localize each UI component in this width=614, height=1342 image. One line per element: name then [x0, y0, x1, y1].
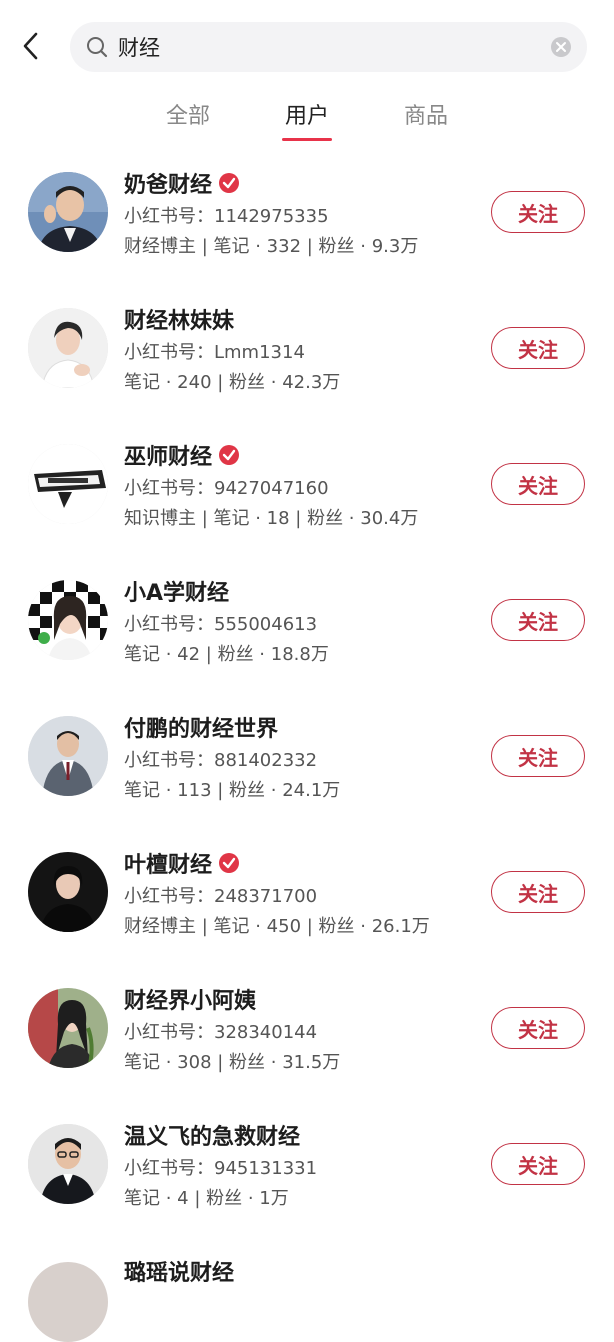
user-stats: 财经博主 | 笔记 · 450 | 粉丝 · 26.1万 — [124, 916, 430, 937]
user-name[interactable]: 巫师财经 — [124, 439, 212, 471]
follow-button[interactable]: 关注 — [491, 327, 585, 369]
user-row[interactable]: 巫师财经 小红书号：9427047160 知识博主 | 笔记 · 18 | 粉丝… — [0, 414, 614, 550]
follow-button[interactable]: 关注 — [491, 1007, 585, 1049]
user-name[interactable]: 财经林妹妹 — [124, 303, 234, 335]
user-stats: 财经博主 | 笔记 · 332 | 粉丝 · 9.3万 — [124, 236, 419, 257]
back-button[interactable] — [14, 28, 48, 68]
avatar[interactable] — [28, 852, 108, 932]
user-row[interactable]: 小A学财经 小红书号：555004613 笔记 · 42 | 粉丝 · 18.8… — [0, 550, 614, 686]
user-row[interactable]: 叶檀财经 小红书号：248371700 财经博主 | 笔记 · 450 | 粉丝… — [0, 822, 614, 958]
tab-users[interactable]: 用户 — [262, 98, 352, 130]
follow-button[interactable]: 关注 — [491, 735, 585, 777]
search-input[interactable] — [118, 27, 549, 67]
user-id: 小红书号：1142975335 — [124, 206, 329, 227]
user-row[interactable]: 财经林妹妹 小红书号：Lmm1314 笔记 · 240 | 粉丝 · 42.3万… — [0, 278, 614, 414]
avatar[interactable] — [28, 988, 108, 1068]
verified-badge-icon — [218, 172, 240, 194]
user-name[interactable]: 璐瑶说财经 — [124, 1262, 234, 1286]
name-line: 财经林妹妹 — [124, 303, 234, 335]
user-stats: 笔记 · 113 | 粉丝 · 24.1万 — [124, 780, 341, 801]
user-name[interactable]: 小A学财经 — [124, 575, 229, 607]
user-row[interactable]: 付鹏的财经世界 小红书号：881402332 笔记 · 113 | 粉丝 · 2… — [0, 686, 614, 822]
avatar[interactable] — [28, 172, 108, 252]
search-box[interactable] — [70, 22, 587, 72]
user-id: 小红书号：555004613 — [124, 614, 318, 635]
tab-all[interactable]: 全部 — [143, 98, 233, 130]
user-stats: 知识博主 | 笔记 · 18 | 粉丝 · 30.4万 — [124, 508, 419, 529]
top-bar — [0, 0, 614, 90]
user-stats: 笔记 · 240 | 粉丝 · 42.3万 — [124, 372, 341, 393]
user-id: 小红书号：Lmm1314 — [124, 342, 305, 363]
name-line: 叶檀财经 — [124, 847, 240, 879]
search-icon — [84, 34, 110, 60]
user-stats: 笔记 · 308 | 粉丝 · 31.5万 — [124, 1052, 341, 1073]
user-id: 小红书号：328340144 — [124, 1022, 318, 1043]
user-name[interactable]: 财经界小阿姨 — [124, 983, 256, 1015]
name-line: 奶爸财经 — [124, 167, 240, 199]
tab-bar: 全部 用户 商品 — [0, 90, 614, 142]
user-name[interactable]: 奶爸财经 — [124, 167, 212, 199]
follow-button[interactable]: 关注 — [491, 1143, 585, 1185]
tab-products[interactable]: 商品 — [381, 98, 471, 130]
user-row[interactable]: 奶爸财经 小红书号：1142975335 财经博主 | 笔记 · 332 | 粉… — [0, 142, 614, 278]
follow-button[interactable]: 关注 — [491, 599, 585, 641]
follow-button[interactable]: 关注 — [491, 871, 585, 913]
avatar[interactable] — [28, 308, 108, 388]
name-line: 财经界小阿姨 — [124, 983, 256, 1015]
avatar[interactable] — [28, 1124, 108, 1204]
avatar[interactable] — [28, 444, 108, 524]
name-line: 温义飞的急救财经 — [124, 1119, 300, 1151]
verified-badge-icon — [218, 444, 240, 466]
user-stats: 笔记 · 4 | 粉丝 · 1万 — [124, 1188, 289, 1209]
chevron-left-icon — [21, 31, 41, 65]
avatar[interactable] — [28, 1262, 108, 1342]
avatar[interactable] — [28, 716, 108, 796]
verified-badge-icon — [218, 852, 240, 874]
follow-button[interactable]: 关注 — [491, 463, 585, 505]
user-id: 小红书号：248371700 — [124, 886, 318, 907]
user-id: 小红书号：945131331 — [124, 1158, 318, 1179]
clear-icon[interactable] — [549, 35, 573, 59]
user-name[interactable]: 付鹏的财经世界 — [124, 711, 278, 743]
follow-button[interactable]: 关注 — [491, 191, 585, 233]
user-row[interactable]: 温义飞的急救财经 小红书号：945131331 笔记 · 4 | 粉丝 · 1万… — [0, 1094, 614, 1230]
avatar[interactable] — [28, 580, 108, 660]
user-id: 小红书号：9427047160 — [124, 478, 329, 499]
name-line: 付鹏的财经世界 — [124, 711, 278, 743]
name-line: 巫师财经 — [124, 439, 240, 471]
active-tab-indicator — [282, 138, 332, 141]
user-stats: 笔记 · 42 | 粉丝 · 18.8万 — [124, 644, 329, 665]
user-row[interactable]: 财经界小阿姨 小红书号：328340144 笔记 · 308 | 粉丝 · 31… — [0, 958, 614, 1094]
user-name[interactable]: 温义飞的急救财经 — [124, 1119, 300, 1151]
user-name[interactable]: 叶檀财经 — [124, 847, 212, 879]
name-line: 小A学财经 — [124, 575, 229, 607]
user-id: 小红书号：881402332 — [124, 750, 318, 771]
